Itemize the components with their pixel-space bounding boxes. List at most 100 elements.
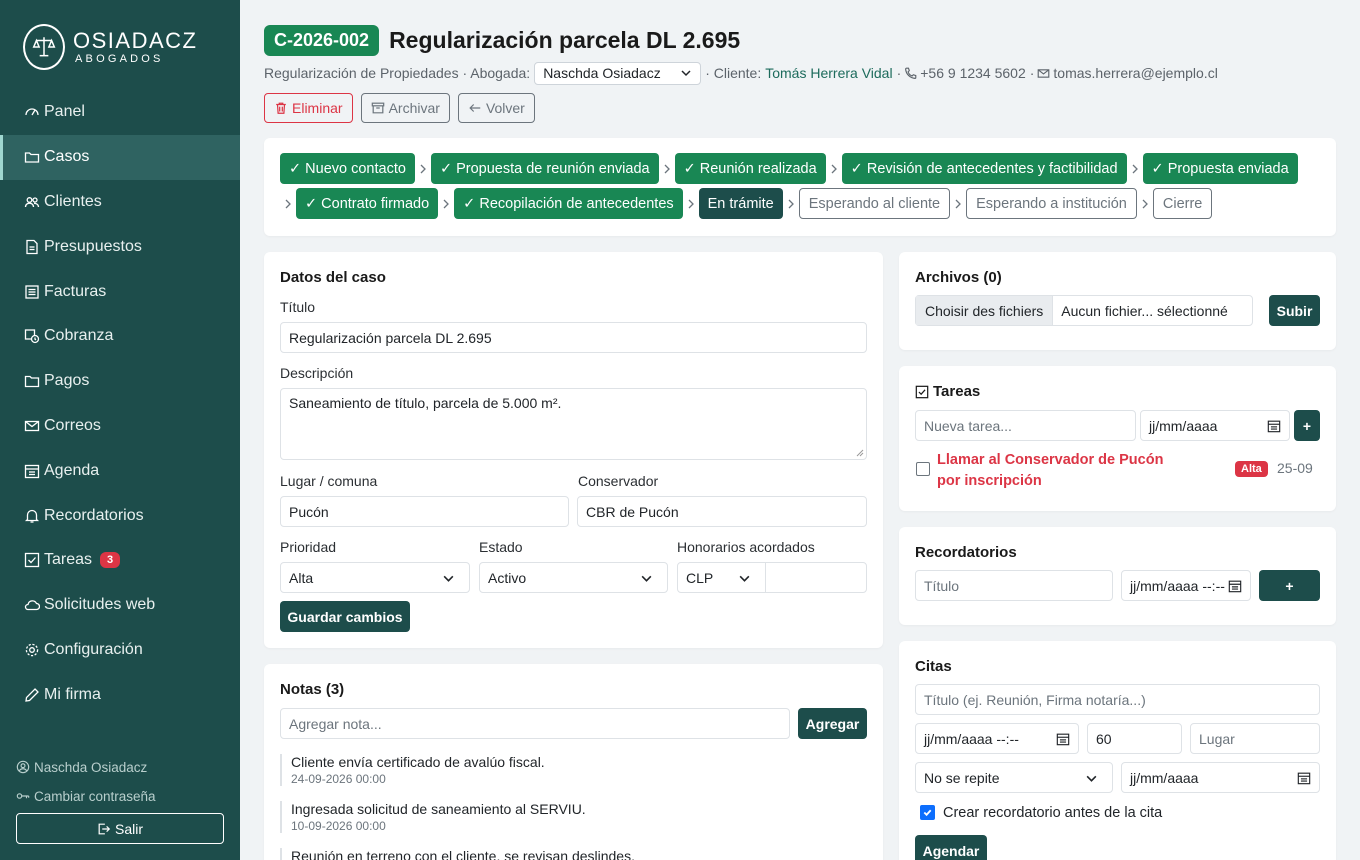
- calendar-icon[interactable]: [1056, 732, 1070, 746]
- files-title: Archivos (0): [915, 269, 1002, 286]
- client-link[interactable]: Tomás Herrera Vidal: [765, 65, 892, 81]
- repeat-select[interactable]: No se repite: [915, 762, 1113, 793]
- stages-row-1: ✓ Nuevo contacto ✓ Propuesta de reunión …: [280, 153, 1320, 184]
- user-circle-icon: [16, 760, 30, 774]
- place-input[interactable]: Lugar: [1190, 723, 1320, 754]
- schedule-button[interactable]: Agendar: [915, 835, 987, 860]
- sidebar-item-panel[interactable]: Panel: [0, 90, 240, 135]
- sidebar-item-label: Casos: [44, 148, 90, 166]
- sidebar-item-cobranza[interactable]: Cobranza: [0, 314, 240, 359]
- sidebar-item-tareas[interactable]: Tareas 3: [0, 538, 240, 583]
- stage-esperando-institucion[interactable]: Esperando a institución: [966, 188, 1137, 219]
- sidebar-item-mi-firma[interactable]: Mi firma: [0, 672, 240, 717]
- sidebar-item-configuracion[interactable]: Configuración: [0, 628, 240, 673]
- conservador-input[interactable]: CBR de Pucón: [577, 496, 867, 527]
- appointments-title: Citas: [915, 658, 952, 675]
- sidebar-item-pagos[interactable]: Pagos: [0, 359, 240, 404]
- add-task-button[interactable]: +: [1294, 410, 1320, 441]
- calendar-icon: [23, 462, 41, 480]
- chevron-down-icon: [443, 575, 454, 582]
- calendar-icon[interactable]: [1267, 419, 1281, 433]
- priority-select[interactable]: Alta: [280, 562, 470, 593]
- pen-icon: [23, 686, 41, 704]
- task-date-input[interactable]: jj/mm/aaaa: [1140, 410, 1290, 441]
- sidebar-item-clientes[interactable]: Clientes: [0, 180, 240, 225]
- sidebar-item-correos[interactable]: Correos: [0, 404, 240, 449]
- sidebar-item-label: Clientes: [44, 192, 102, 210]
- task-due-date: 25-09: [1277, 460, 1313, 476]
- sidebar-item-presupuestos[interactable]: Presupuestos: [0, 224, 240, 269]
- add-reminder-button[interactable]: +: [1259, 570, 1320, 601]
- sidebar-item-label: Presupuestos: [44, 237, 142, 255]
- gear-icon: [23, 641, 41, 659]
- back-button[interactable]: Volver: [457, 93, 535, 123]
- note-input[interactable]: Agregar nota...: [280, 708, 790, 739]
- case-stages: ✓ Nuevo contacto ✓ Propuesta de reunión …: [264, 138, 1336, 236]
- stage-contrato-firmado[interactable]: ✓ Contrato firmado: [296, 188, 439, 219]
- logout-button[interactable]: Salir: [16, 813, 224, 844]
- sidebar-item-casos[interactable]: Casos: [0, 134, 240, 180]
- stage-propuesta-reunion[interactable]: ✓ Propuesta de reunión enviada: [430, 153, 659, 184]
- archive-icon: [371, 102, 384, 114]
- appointment-title-input[interactable]: Título (ej. Reunión, Firma notaría...): [915, 684, 1320, 715]
- place-input[interactable]: Pucón: [280, 496, 569, 527]
- sidebar-item-recordatorios[interactable]: Recordatorios: [0, 493, 240, 538]
- stage-en-tramite[interactable]: En trámite: [698, 188, 783, 219]
- sidebar-nav: Panel Casos Clientes Presupuestos Factur…: [0, 90, 240, 717]
- reminder-checkbox-label: Crear recordatorio antes de la cita: [943, 805, 1163, 821]
- fees-amount-input[interactable]: [765, 562, 867, 593]
- folder-icon: [23, 372, 41, 390]
- stage-propuesta-enviada[interactable]: ✓ Propuesta enviada: [1142, 153, 1298, 184]
- reminder-checkbox[interactable]: [920, 805, 935, 820]
- save-changes-button[interactable]: Guardar cambios: [280, 601, 410, 632]
- duration-input[interactable]: 60: [1087, 723, 1182, 754]
- reminder-datetime-input[interactable]: jj/mm/aaaa --:--: [1121, 570, 1251, 601]
- sidebar-item-solicitudes-web[interactable]: Solicitudes web: [0, 583, 240, 628]
- status-select[interactable]: Activo: [479, 562, 668, 593]
- repeat-until-input[interactable]: jj/mm/aaaa: [1121, 762, 1320, 793]
- sidebar-item-label: Mi firma: [44, 685, 101, 703]
- brand[interactable]: OSIADACZ ABOGADOS: [23, 24, 197, 70]
- choose-files-button[interactable]: Choisir des fichiers: [916, 296, 1054, 325]
- stage-nuevo-contacto[interactable]: ✓ Nuevo contacto: [280, 153, 415, 184]
- sidebar: OSIADACZ ABOGADOS Panel Casos Clientes P…: [0, 0, 240, 860]
- case-data-title: Datos del caso: [280, 269, 386, 286]
- add-note-button[interactable]: Agregar: [798, 708, 867, 739]
- archive-button[interactable]: Archivar: [360, 93, 450, 123]
- delete-button[interactable]: Eliminar: [264, 93, 353, 123]
- resize-handle-icon[interactable]: [856, 449, 864, 457]
- case-meta: Regularización de Propiedades · Abogada:…: [264, 61, 1336, 85]
- stage-revision-antecedentes[interactable]: ✓ Revisión de antecedentes y factibilida…: [841, 153, 1127, 184]
- stage-esperando-cliente[interactable]: Esperando al cliente: [798, 188, 951, 219]
- calendar-icon[interactable]: [1297, 771, 1311, 785]
- priority-badge: Alta: [1235, 461, 1268, 477]
- reminder-title-input[interactable]: Título: [915, 570, 1113, 601]
- calendar-icon[interactable]: [1228, 579, 1242, 593]
- lawyer-select[interactable]: Naschda Osiadacz: [534, 61, 702, 85]
- cash-clock-icon: [23, 327, 41, 345]
- stage-recopilacion[interactable]: ✓ Recopilación de antecedentes: [454, 188, 683, 219]
- sidebar-item-label: Pagos: [44, 372, 90, 390]
- stage-cierre[interactable]: Cierre: [1152, 188, 1213, 219]
- check-square-icon: [915, 385, 929, 398]
- description-textarea[interactable]: Saneamiento de título, parcela de 5.000 …: [280, 388, 867, 460]
- description-label: Descripción: [280, 365, 354, 381]
- status-label: Estado: [479, 539, 523, 555]
- task-checkbox[interactable]: [916, 462, 930, 476]
- upload-button[interactable]: Subir: [1269, 295, 1320, 326]
- no-file-text: Aucun fichier... sélectionné: [1061, 302, 1228, 319]
- key-icon: [16, 793, 30, 799]
- appointment-datetime-input[interactable]: jj/mm/aaaa --:--: [915, 723, 1079, 754]
- stage-reunion-realizada[interactable]: ✓ Reunión realizada: [674, 153, 826, 184]
- sidebar-item-agenda[interactable]: Agenda: [0, 448, 240, 493]
- check-square-icon: [23, 551, 41, 569]
- sidebar-item-facturas[interactable]: Facturas: [0, 269, 240, 314]
- separator: ·: [1029, 65, 1035, 81]
- file-input[interactable]: Choisir des fichiers Aucun fichier... sé…: [915, 295, 1253, 326]
- change-password-link[interactable]: Cambiar contraseña: [16, 785, 224, 807]
- sidebar-item-label: Solicitudes web: [44, 596, 156, 614]
- chevron-down-icon: [1086, 775, 1097, 782]
- new-task-input[interactable]: Nueva tarea...: [915, 410, 1136, 441]
- title-input[interactable]: Regularización parcela DL 2.695: [280, 322, 867, 353]
- currency-select[interactable]: CLP: [677, 562, 766, 593]
